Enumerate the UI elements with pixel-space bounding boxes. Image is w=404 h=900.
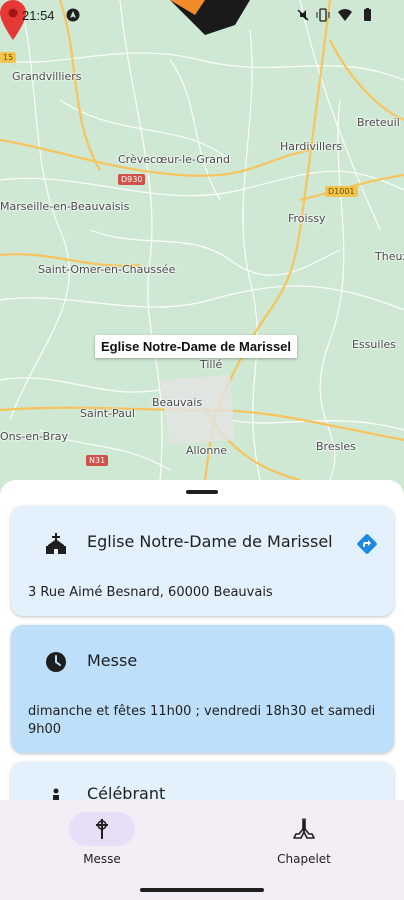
bottom-navigation: Messe Chapelet — [0, 800, 404, 884]
church-icon — [46, 533, 66, 554]
person-icon — [53, 788, 59, 800]
directions-icon[interactable] — [355, 532, 379, 556]
road-shield: 15 — [0, 52, 17, 63]
clock-icon — [46, 652, 66, 672]
map-place-label: Grandvilliers — [12, 70, 82, 83]
map-place-label: Ons-en-Bray — [0, 430, 68, 443]
mass-schedule: dimanche et fêtes 11h00 ; vendredi 18h30… — [28, 704, 376, 737]
road-shield: D930 — [118, 174, 146, 185]
map-place-label: Bresles — [316, 440, 356, 453]
mute-icon — [296, 8, 310, 22]
map-place-label: Allonne — [186, 444, 228, 457]
map-place-label: Essuiles — [352, 338, 396, 351]
sheet-drag-handle[interactable] — [186, 490, 218, 494]
status-time: 21:54 — [22, 8, 55, 23]
map-place-label: Saint-Omer-en-Chaussée — [38, 263, 176, 276]
map-place-label: Beauvais — [152, 396, 203, 409]
navigation-icon — [66, 8, 80, 22]
system-navigation-bar — [0, 884, 404, 900]
battery-icon — [360, 8, 374, 22]
map-place-label: Breteuil — [357, 116, 400, 129]
road-shield: D1001 — [325, 186, 358, 197]
status-bar: 21:54 — [0, 0, 404, 30]
nav-label: Messe — [83, 852, 121, 866]
church-card[interactable]: Eglise Notre-Dame de Marissel 3 Rue Aimé… — [11, 506, 394, 616]
nav-label: Chapelet — [277, 852, 331, 866]
map-place-label: Tillé — [200, 358, 223, 371]
vibrate-icon — [316, 8, 330, 22]
praying-hands-icon — [293, 818, 315, 839]
nav-item-chapelet[interactable]: Chapelet — [244, 812, 364, 872]
map-place-callout[interactable]: Eglise Notre-Dame de Marissel — [95, 335, 298, 358]
map-place-label: Marseille-en-Beauvaisis — [0, 200, 130, 213]
map-place-label: Crèvecœur-le-Grand — [118, 153, 231, 166]
church-name: Eglise Notre-Dame de Marissel — [87, 532, 333, 551]
celebrant-title: Célébrant — [87, 784, 166, 800]
church-address: 3 Rue Aimé Besnard, 60000 Beauvais — [28, 585, 273, 600]
map-place-label: Froissy — [288, 212, 326, 225]
celebrant-card[interactable]: Célébrant — [11, 762, 394, 800]
wifi-icon — [338, 8, 352, 22]
details-bottom-sheet[interactable]: Eglise Notre-Dame de Marissel 3 Rue Aimé… — [0, 480, 404, 800]
map-view[interactable]: Grandvilliers Breteuil Hardivillers Crèv… — [0, 0, 404, 500]
road-shield: N31 — [86, 455, 109, 466]
map-place-label: Hardivillers — [280, 140, 343, 153]
home-indicator[interactable] — [140, 888, 264, 892]
mass-card[interactable]: Messe dimanche et fêtes 11h00 ; vendredi… — [11, 625, 394, 753]
nav-item-messe[interactable]: Messe — [42, 812, 162, 872]
cross-icon — [96, 819, 108, 839]
mass-title: Messe — [87, 651, 138, 670]
map-place-label: Theux — [375, 250, 404, 263]
map-place-label: Saint-Paul — [80, 407, 135, 420]
